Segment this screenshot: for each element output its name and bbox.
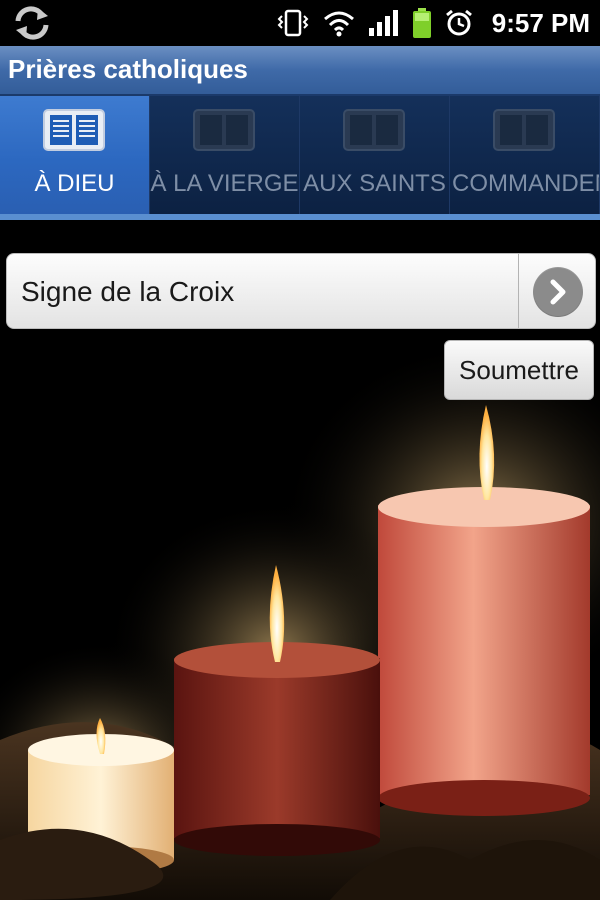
- tab-a-dieu[interactable]: À DIEU: [0, 96, 150, 214]
- alarm-icon: [445, 9, 472, 36]
- signal-icon: [368, 10, 398, 36]
- sync-icon: [15, 6, 49, 40]
- tab-label: COMMANDEM: [452, 170, 600, 197]
- tab-label: À LA VIERGE: [150, 170, 299, 197]
- book-icon: [193, 109, 255, 151]
- app-title-bar: Prières catholiques: [0, 46, 600, 96]
- tab-commandements[interactable]: COMMANDEM: [450, 96, 600, 214]
- vibrate-icon: [277, 9, 309, 37]
- tab-a-la-vierge[interactable]: À LA VIERGE: [150, 96, 300, 214]
- prayer-select-value: Signe de la Croix: [21, 276, 235, 307]
- app-title: Prières catholiques: [8, 54, 248, 84]
- book-icon: [493, 109, 555, 151]
- prayer-select[interactable]: Signe de la Croix: [6, 253, 596, 329]
- book-icon: [343, 109, 405, 151]
- spinner-divider: [518, 254, 519, 328]
- book-icon: [43, 109, 105, 151]
- tab-bar: À DIEU À LA VIERGE AUX SAINTS COMMANDEM: [0, 96, 600, 220]
- clock-time: 9:57 PM: [491, 7, 590, 38]
- tab-aux-saints[interactable]: AUX SAINTS: [300, 96, 450, 214]
- tab-label: AUX SAINTS: [303, 170, 446, 197]
- status-bar: 9:57 PM: [0, 0, 600, 46]
- wifi-icon: [323, 11, 354, 37]
- submit-button[interactable]: Soumettre: [444, 340, 594, 400]
- chevron-right-icon[interactable]: [533, 267, 583, 317]
- battery-icon: [412, 8, 431, 38]
- tab-label: À DIEU: [34, 170, 115, 197]
